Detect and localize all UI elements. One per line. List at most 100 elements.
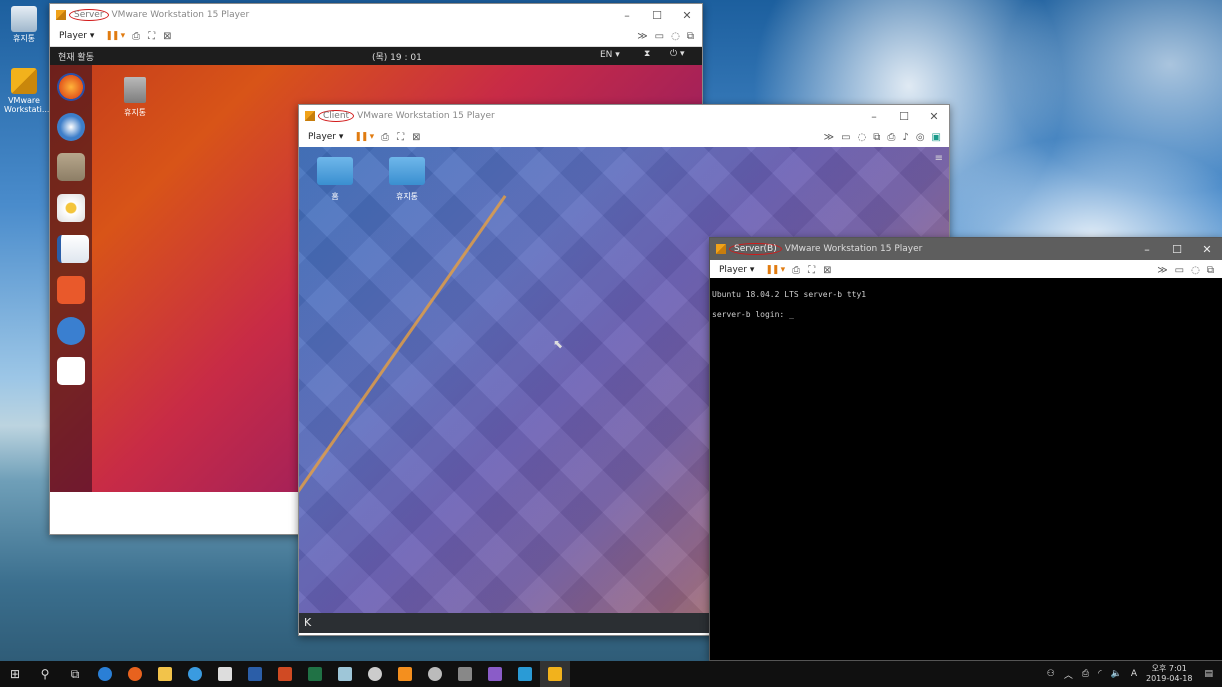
- word-icon[interactable]: [240, 661, 270, 687]
- player-menu-button[interactable]: Player ▾: [305, 131, 346, 143]
- tool-icon[interactable]: [420, 661, 450, 687]
- hdd-icon[interactable]: ▭: [655, 31, 664, 42]
- vmware-logo-icon: [716, 244, 726, 254]
- network-icon[interactable]: ⧗: [644, 49, 650, 59]
- powerpoint-icon[interactable]: [270, 661, 300, 687]
- wifi-icon[interactable]: ◜: [1098, 669, 1102, 679]
- fullscreen-icon[interactable]: ⛶: [148, 31, 155, 42]
- unity-icon[interactable]: ⊠: [412, 132, 420, 143]
- pause-icon[interactable]: ❚❚ ▾: [354, 132, 374, 142]
- hdd-icon[interactable]: ▭: [841, 132, 850, 143]
- desktop-icon-vmware[interactable]: VMware Workstati...: [4, 68, 49, 114]
- tray-app-icon[interactable]: ⎙: [1082, 669, 1089, 679]
- notepad-icon[interactable]: [330, 661, 360, 687]
- rhythmbox-icon[interactable]: [57, 194, 85, 222]
- thunderbird-icon[interactable]: [57, 113, 85, 141]
- player-menu-button[interactable]: Player ▾: [716, 264, 757, 276]
- writer-icon[interactable]: [57, 235, 89, 263]
- unity-icon[interactable]: ⊠: [823, 265, 831, 276]
- people-icon[interactable]: ⚇: [1047, 669, 1055, 679]
- windows-taskbar: ⊞ ⚲ ⧉ ⚇ ︿ ⎙ ◜ 🔈 A 오후 7:01 2019-04-18 ▤: [0, 661, 1222, 687]
- pause-icon[interactable]: ❚❚ ▾: [105, 31, 125, 41]
- minimize-button[interactable]: –: [859, 110, 889, 123]
- edge-icon[interactable]: [90, 661, 120, 687]
- taskbar-clock[interactable]: 오후 7:01 2019-04-18: [1146, 664, 1193, 684]
- visual-studio-icon[interactable]: [480, 661, 510, 687]
- app-icon[interactable]: [360, 661, 390, 687]
- terminal-screen[interactable]: Ubuntu 18.04.2 LTS server-b tty1 server-…: [710, 278, 1222, 660]
- desktop-menu-icon[interactable]: ≡: [935, 153, 943, 164]
- help-icon[interactable]: [57, 317, 85, 345]
- send-ctrl-alt-del-icon[interactable]: ⎙: [132, 31, 140, 42]
- send-ctrl-alt-del-icon[interactable]: ⎙: [381, 132, 389, 143]
- network-icon[interactable]: ⧉: [873, 132, 880, 143]
- window-titlebar[interactable]: Server(B) VMware Workstation 15 Player –…: [710, 238, 1222, 260]
- printer-icon[interactable]: ⎙: [887, 132, 895, 143]
- cd-icon[interactable]: ◌: [858, 132, 867, 143]
- fullscreen-icon[interactable]: ⛶: [397, 132, 404, 143]
- software-center-icon[interactable]: [57, 276, 85, 304]
- ie-icon[interactable]: [180, 661, 210, 687]
- window-titlebar[interactable]: Client VMware Workstation 15 Player – ☐ …: [299, 105, 949, 127]
- firefox-icon[interactable]: [57, 73, 85, 101]
- message-icon[interactable]: ▣: [932, 132, 941, 143]
- app-window-icon[interactable]: [510, 661, 540, 687]
- ubuntu-clock[interactable]: (목) 19 : 01: [372, 50, 422, 63]
- folder-label: 홈: [331, 192, 339, 201]
- start-button[interactable]: ⊞: [0, 661, 30, 687]
- sound-icon[interactable]: ♪: [902, 132, 908, 143]
- calculator-icon[interactable]: [450, 661, 480, 687]
- activities-button[interactable]: 현재 활동: [58, 50, 94, 63]
- usb-icon[interactable]: ◎: [916, 132, 925, 143]
- fullscreen-icon[interactable]: ⛶: [808, 265, 815, 276]
- window-titlebar[interactable]: Server VMware Workstation 15 Player – ☐ …: [50, 4, 702, 26]
- cd-icon[interactable]: ◌: [671, 31, 680, 42]
- player-menu-button[interactable]: Player ▾: [56, 30, 97, 42]
- kde-home-folder[interactable]: 홈: [311, 157, 359, 202]
- vm-name: Server: [69, 9, 109, 21]
- firefox-icon[interactable]: [120, 661, 150, 687]
- network-icon[interactable]: ⧉: [687, 31, 694, 42]
- volume-icon[interactable]: 🔈: [1111, 669, 1122, 679]
- hdd-icon[interactable]: ▭: [1175, 265, 1184, 276]
- language-selector[interactable]: EN ▾: [600, 50, 620, 60]
- login-prompt[interactable]: server-b login: _: [712, 310, 1222, 320]
- ubuntu-trash[interactable]: 휴지통: [120, 77, 150, 118]
- ime-indicator[interactable]: A: [1131, 669, 1137, 679]
- kde-trash-folder[interactable]: 휴지통: [383, 157, 431, 202]
- cd-icon[interactable]: ◌: [1191, 265, 1200, 276]
- close-button[interactable]: ✕: [1192, 243, 1222, 256]
- show-hidden-icon[interactable]: ︿: [1064, 668, 1073, 681]
- file-explorer-icon[interactable]: [150, 661, 180, 687]
- sublime-icon[interactable]: [390, 661, 420, 687]
- player-toolbar: Player ▾ ❚❚ ▾ ⎙ ⛶ ⊠ ≫ ▭ ◌ ⧉: [50, 26, 702, 47]
- close-button[interactable]: ✕: [672, 9, 702, 22]
- more-devices-icon[interactable]: ≫: [1157, 265, 1167, 276]
- search-icon[interactable]: ⚲: [30, 661, 60, 687]
- kde-launcher-icon[interactable]: K: [304, 616, 311, 629]
- maximize-button[interactable]: ☐: [889, 110, 919, 123]
- send-ctrl-alt-del-icon[interactable]: ⎙: [792, 265, 800, 276]
- minimize-button[interactable]: –: [612, 9, 642, 22]
- more-devices-icon[interactable]: ≫: [637, 31, 647, 42]
- maximize-button[interactable]: ☐: [642, 9, 672, 22]
- excel-icon[interactable]: [300, 661, 330, 687]
- store-icon[interactable]: [210, 661, 240, 687]
- pause-icon[interactable]: ❚❚ ▾: [765, 265, 785, 275]
- files-icon[interactable]: [57, 153, 85, 181]
- task-view-icon[interactable]: ⧉: [60, 661, 90, 687]
- desktop-icon-label: 휴지통: [12, 34, 36, 43]
- amazon-icon[interactable]: [57, 357, 85, 385]
- desktop-icon-recycle-bin[interactable]: 휴지통: [4, 6, 44, 43]
- vm-name: Client: [318, 110, 355, 122]
- power-icon[interactable]: ⏻ ▾: [670, 49, 685, 59]
- vmware-taskbar-icon[interactable]: [540, 661, 570, 687]
- close-button[interactable]: ✕: [919, 110, 949, 123]
- maximize-button[interactable]: ☐: [1162, 243, 1192, 256]
- unity-icon[interactable]: ⊠: [163, 31, 171, 42]
- serverb-vm-window[interactable]: Server(B) VMware Workstation 15 Player –…: [709, 237, 1222, 661]
- network-icon[interactable]: ⧉: [1207, 265, 1214, 276]
- minimize-button[interactable]: –: [1132, 243, 1162, 256]
- more-devices-icon[interactable]: ≫: [824, 132, 834, 143]
- notifications-icon[interactable]: ▤: [1204, 669, 1213, 679]
